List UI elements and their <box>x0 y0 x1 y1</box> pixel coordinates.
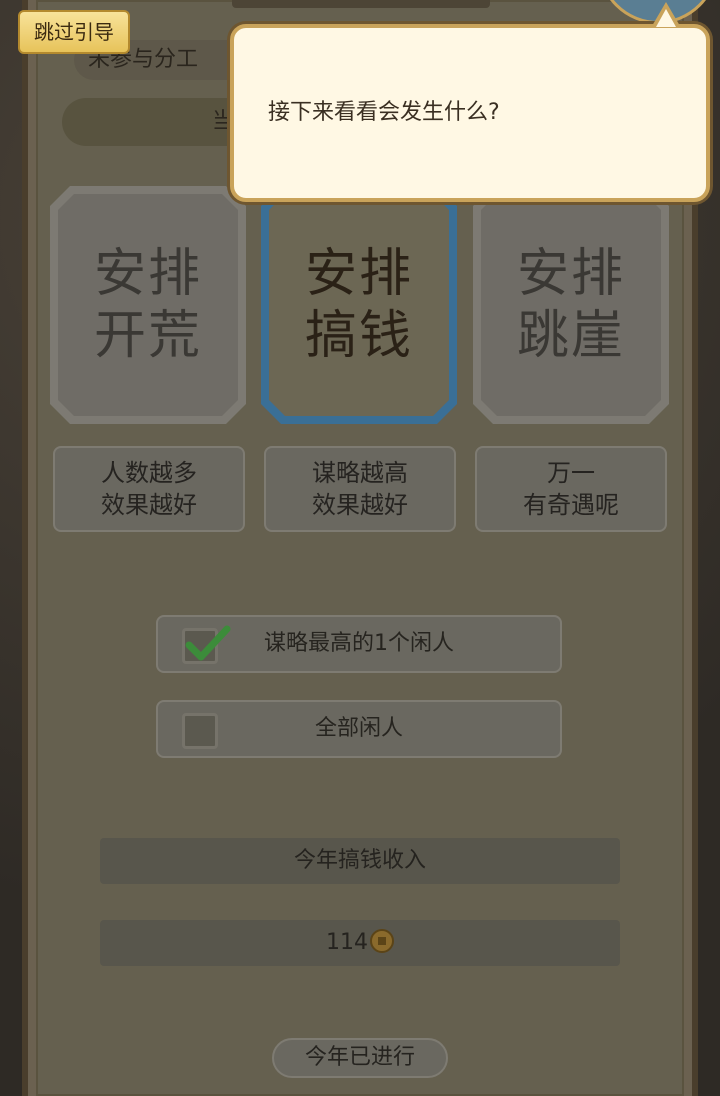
card-make-money[interactable]: 安排 搞钱 <box>261 186 457 424</box>
description-line2: 有奇遇呢 <box>523 491 619 519</box>
dialog-tail-inner <box>656 9 676 27</box>
card-description-cliff: 万一 有奇遇呢 <box>475 446 667 532</box>
status-pill: 当 <box>62 98 252 146</box>
card-title-line1: 安排 <box>304 244 413 304</box>
card-face: 安排 搞钱 <box>269 194 449 416</box>
skip-guide-button[interactable]: 跳过引导 <box>18 10 130 54</box>
income-value: 114 <box>326 930 368 955</box>
income-label-bar: 今年搞钱收入 <box>100 838 620 884</box>
description-line1: 万一 <box>547 459 595 487</box>
coin-icon <box>370 929 394 953</box>
card-title-line1: 安排 <box>93 244 202 304</box>
card-title-line1: 安排 <box>516 244 625 304</box>
card-title-line2: 开荒 <box>93 306 202 366</box>
option-all-idle[interactable]: 全部闲人 <box>156 700 562 758</box>
card-face: 安排 跳崖 <box>481 194 661 416</box>
option-label: 谋略最高的1个闲人 <box>264 631 454 656</box>
description-line2: 效果越好 <box>101 491 197 519</box>
card-description-farming: 人数越多 效果越好 <box>53 446 245 532</box>
card-title-line2: 跳崖 <box>516 306 625 366</box>
description-line1: 人数越多 <box>101 459 197 487</box>
option-label: 全部闲人 <box>314 716 403 741</box>
guide-dialog[interactable]: 接下来看看会发生什么? <box>230 24 710 202</box>
card-title-line2: 搞钱 <box>304 306 413 366</box>
description-line1: 谋略越高 <box>312 459 408 487</box>
description-line2: 效果越好 <box>312 491 408 519</box>
top-strip <box>232 0 490 8</box>
card-farming[interactable]: 安排 开荒 <box>50 186 246 424</box>
card-description-money: 谋略越高 效果越好 <box>264 446 456 532</box>
card-cliff-jump[interactable]: 安排 跳崖 <box>473 186 669 424</box>
income-value-bar: 114 <box>100 920 620 966</box>
dialog-text: 接下来看看会发生什么? <box>268 100 500 125</box>
option-top-strategist[interactable]: 谋略最高的1个闲人 <box>156 615 562 673</box>
year-progress-label: 今年已进行 <box>272 1038 448 1078</box>
card-face: 安排 开荒 <box>58 194 238 416</box>
